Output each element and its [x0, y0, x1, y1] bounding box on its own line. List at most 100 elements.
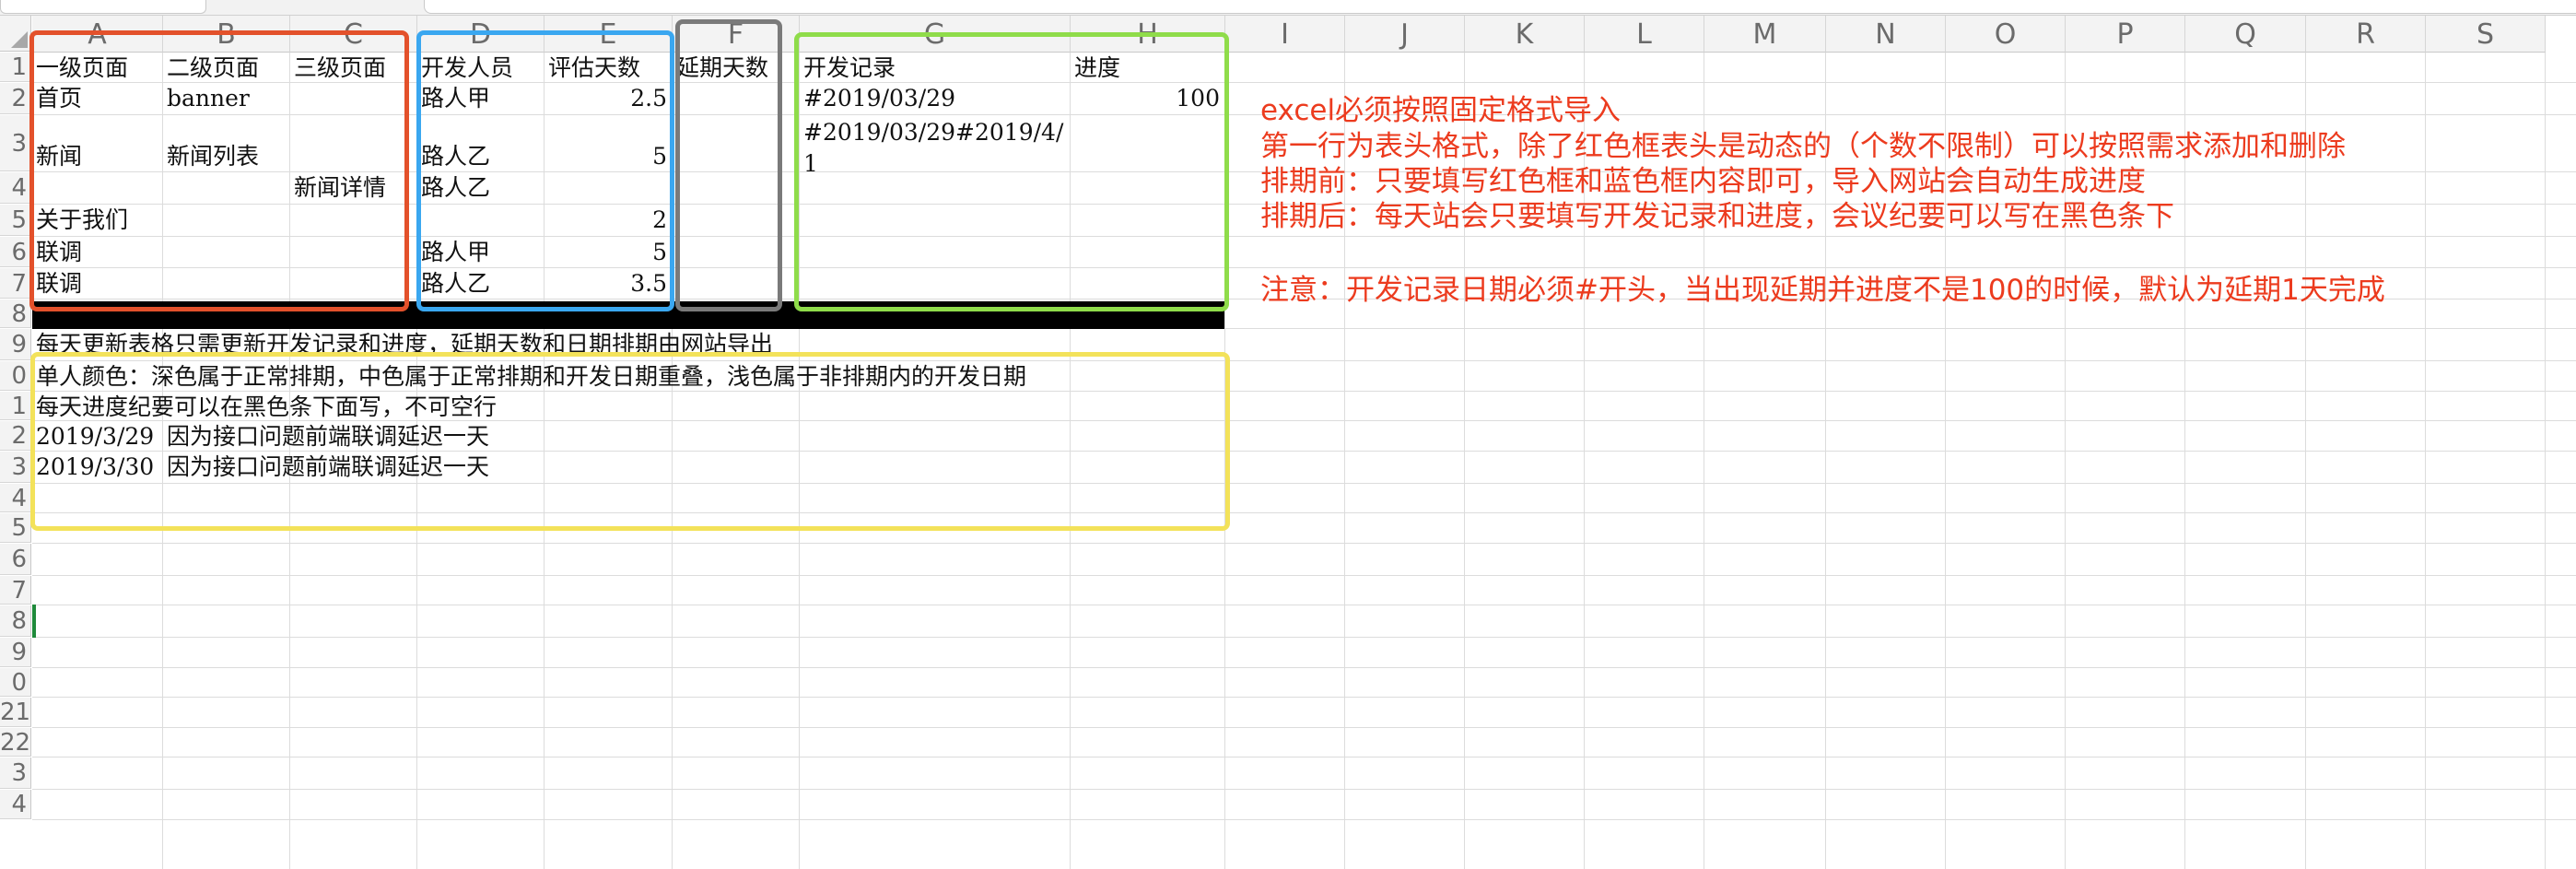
grid-hline	[32, 637, 2576, 638]
column-header-k[interactable]: K	[1465, 16, 1585, 53]
cell-d6[interactable]: 路人甲	[421, 238, 490, 266]
grid-hline	[32, 789, 2576, 790]
column-header-j[interactable]: J	[1345, 16, 1465, 53]
cell-a12[interactable]: 2019/3/29	[36, 422, 154, 451]
column-header-n[interactable]: N	[1826, 16, 1946, 53]
row-header-11[interactable]: 1	[0, 392, 31, 420]
cell-a10[interactable]: 单人颜色：深色属于正常排期，中色属于正常排期和开发日期重叠，浅色属于非排期内的开…	[36, 362, 1026, 391]
row-header-12[interactable]: 2	[0, 421, 31, 451]
row-header-6[interactable]: 6	[0, 237, 31, 267]
name-box[interactable]	[0, 0, 206, 14]
grid-vline	[2545, 53, 2546, 869]
cell-c4[interactable]: 新闻详情	[294, 173, 386, 202]
cell-a5[interactable]: 关于我们	[36, 206, 128, 234]
grid-hline	[32, 236, 2576, 237]
column-header-g[interactable]: G	[800, 16, 1071, 53]
cell-d4[interactable]: 路人乙	[421, 173, 490, 202]
row-header-18[interactable]: 8	[0, 605, 31, 637]
column-header-q[interactable]: Q	[2185, 16, 2306, 53]
cell-d3[interactable]: 路人乙	[421, 142, 490, 170]
annotation-note: 注意：开发记录日期必须#开头，当出现延期并进度不是100的时候，默认为延期1天完…	[1260, 274, 2385, 307]
cell-a2[interactable]: 首页	[36, 84, 82, 112]
cell-d7[interactable]: 路人乙	[421, 269, 490, 298]
annotation-note: excel必须按照固定格式导入	[1260, 94, 1622, 127]
cell-b13[interactable]: 因为接口问题前端联调延迟一天	[167, 452, 489, 481]
annotation-note: 排期后：每天站会只要填写开发记录和进度，会议纪要可以写在黑色条下	[1260, 200, 2174, 233]
cell-e1[interactable]: 评估天数	[548, 53, 640, 82]
cell-e5[interactable]: 2	[548, 206, 667, 234]
row-header-17[interactable]: 7	[0, 576, 31, 605]
column-header-p[interactable]: P	[2066, 16, 2185, 53]
cell-a11[interactable]: 每天进度纪要可以在黑色条下面写，不可空行	[36, 393, 497, 421]
cell-g1[interactable]: 开发记录	[803, 53, 896, 82]
cell-g2[interactable]: #2019/03/29	[803, 84, 955, 112]
cell-e2[interactable]: 2.5	[548, 84, 667, 112]
grid-vline	[2305, 53, 2306, 869]
cell-a3[interactable]: 新闻	[36, 142, 82, 170]
column-header-i[interactable]: I	[1225, 16, 1345, 53]
column-header-r[interactable]: R	[2306, 16, 2426, 53]
column-header-b[interactable]: B	[163, 16, 290, 53]
column-header-l[interactable]: L	[1585, 16, 1704, 53]
grid-hline	[32, 667, 2576, 668]
column-header-a[interactable]: A	[32, 16, 163, 53]
row-header-23[interactable]: 3	[0, 757, 31, 789]
formula-controls[interactable]	[241, 0, 389, 13]
cell-a1[interactable]: 一级页面	[36, 53, 128, 82]
cell-a13[interactable]: 2019/3/30	[36, 452, 154, 481]
cell-h1[interactable]: 进度	[1074, 53, 1120, 82]
column-header-h[interactable]: H	[1071, 16, 1225, 53]
cell-g3[interactable]: #2019/03/29#2019/4/1	[803, 117, 1069, 180]
cell-b12[interactable]: 因为接口问题前端联调延迟一天	[167, 422, 489, 451]
cell-e7[interactable]: 3.5	[548, 269, 667, 298]
row-header-10[interactable]: 0	[0, 361, 31, 391]
grid-hline	[32, 451, 2576, 452]
selected-cell[interactable]	[32, 605, 36, 638]
cell-e3[interactable]: 5	[548, 142, 667, 170]
row-header-2[interactable]: 2	[0, 83, 31, 114]
row-header-16[interactable]: 6	[0, 544, 31, 575]
cell-d2[interactable]: 路人甲	[421, 84, 490, 112]
grid-hline	[32, 575, 2576, 576]
column-header-e[interactable]: E	[544, 16, 673, 53]
cell-a7[interactable]: 联调	[36, 269, 82, 298]
row-header-15[interactable]: 5	[0, 513, 31, 543]
grid-hline	[32, 82, 2576, 83]
row-header-8[interactable]: 8	[0, 299, 31, 328]
cell-e6[interactable]: 5	[548, 238, 667, 266]
cell-b1[interactable]: 二级页面	[167, 53, 259, 82]
column-header-c[interactable]: C	[290, 16, 417, 53]
row-header-7[interactable]: 7	[0, 268, 31, 299]
cell-a6[interactable]: 联调	[36, 238, 82, 266]
grid-hline	[32, 543, 2576, 544]
column-header-o[interactable]: O	[1946, 16, 2066, 53]
column-header-d[interactable]: D	[417, 16, 544, 53]
column-header-f[interactable]: F	[673, 16, 800, 53]
column-header-s[interactable]: S	[2426, 16, 2546, 53]
cell-a9[interactable]: 每天更新表格只需更新开发记录和进度，延期天数和日期排期由网站导出	[36, 330, 773, 358]
cell-h2[interactable]: 100	[1074, 84, 1220, 112]
cell-b2[interactable]: banner	[167, 84, 250, 112]
row-header-9[interactable]: 9	[0, 329, 31, 360]
row-header-21[interactable]: 21	[0, 698, 31, 727]
cell-d1[interactable]: 开发人员	[421, 53, 513, 82]
annotation-note: 第一行为表头格式，除了红色框表头是动态的（个数不限制）可以按照需求添加和删除	[1260, 130, 2346, 163]
select-all-corner[interactable]	[0, 16, 31, 52]
cell-b3[interactable]: 新闻列表	[167, 142, 259, 170]
row-header-4[interactable]: 4	[0, 172, 31, 204]
grid-hline	[32, 512, 2576, 513]
cell-f1[interactable]: 延期天数	[676, 53, 768, 82]
cell-c1[interactable]: 三级页面	[294, 53, 386, 82]
row-header-24[interactable]: 4	[0, 790, 31, 819]
column-header-m[interactable]: M	[1704, 16, 1826, 53]
formula-input[interactable]	[424, 0, 2576, 14]
row-header-1[interactable]: 1	[0, 53, 31, 82]
row-header-5[interactable]: 5	[0, 205, 31, 236]
row-header-3[interactable]: 3	[0, 115, 31, 171]
row-header-20[interactable]: 0	[0, 668, 31, 697]
row-header-13[interactable]: 3	[0, 452, 31, 483]
row-header-22[interactable]: 22	[0, 728, 31, 757]
row-header-19[interactable]: 9	[0, 638, 31, 667]
grid-vline	[162, 53, 163, 869]
row-header-14[interactable]: 4	[0, 484, 31, 512]
